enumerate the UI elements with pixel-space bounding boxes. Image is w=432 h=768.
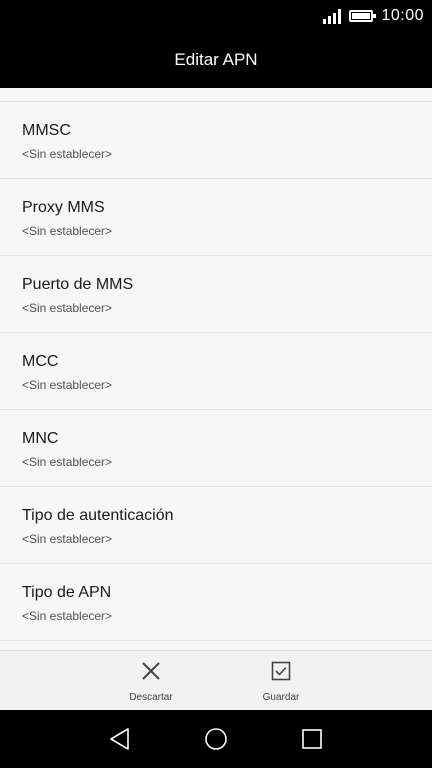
status-icons: 10:00 bbox=[323, 6, 424, 26]
screen: 10:00 Editar APN MMSC <Sin establecer> P… bbox=[0, 0, 432, 768]
setting-value: <Sin establecer> bbox=[22, 532, 113, 546]
battery-icon bbox=[349, 10, 377, 22]
apn-settings-list[interactable]: MMSC <Sin establecer> Proxy MMS <Sin est… bbox=[0, 88, 432, 650]
signal-icon bbox=[323, 8, 342, 24]
setting-value: <Sin establecer> bbox=[22, 147, 113, 161]
discard-label: Descartar bbox=[129, 692, 173, 703]
setting-title: Tipo de autenticación bbox=[22, 507, 174, 524]
setting-item-mcc[interactable]: MCC <Sin establecer> bbox=[0, 333, 432, 410]
setting-title: Puerto de MMS bbox=[22, 276, 134, 293]
checkbox-icon bbox=[271, 661, 291, 681]
setting-value: <Sin establecer> bbox=[22, 301, 113, 315]
home-circle-icon[interactable] bbox=[201, 724, 231, 754]
setting-title: MCC bbox=[22, 353, 59, 370]
setting-item-proxy-mms[interactable]: Proxy MMS <Sin establecer> bbox=[0, 179, 432, 256]
status-bar: 10:00 bbox=[0, 0, 432, 32]
navigation-bar bbox=[0, 710, 432, 768]
setting-item-mmsc[interactable]: MMSC <Sin establecer> bbox=[0, 102, 432, 179]
title-bar: Editar APN bbox=[0, 32, 432, 88]
action-bar: Descartar Guardar bbox=[0, 650, 432, 710]
setting-item-mms-port[interactable]: Puerto de MMS <Sin establecer> bbox=[0, 256, 432, 333]
save-button[interactable]: Guardar bbox=[236, 651, 326, 711]
setting-title: MMSC bbox=[22, 122, 71, 139]
setting-title: Proxy MMS bbox=[22, 199, 105, 216]
status-time: 10:00 bbox=[381, 7, 424, 24]
setting-title: MNC bbox=[22, 430, 59, 447]
back-triangle-icon[interactable] bbox=[105, 724, 135, 754]
close-icon bbox=[142, 662, 160, 680]
setting-value: <Sin establecer> bbox=[22, 609, 113, 623]
setting-item-mnc[interactable]: MNC <Sin establecer> bbox=[0, 410, 432, 487]
setting-value: <Sin establecer> bbox=[22, 455, 113, 469]
setting-value: <Sin establecer> bbox=[22, 224, 113, 238]
save-label: Guardar bbox=[262, 692, 300, 703]
setting-item-apn-type[interactable]: Tipo de APN <Sin establecer> bbox=[0, 564, 432, 641]
discard-button[interactable]: Descartar bbox=[106, 651, 196, 711]
recents-square-icon[interactable] bbox=[297, 724, 327, 754]
setting-value: <Sin establecer> bbox=[22, 378, 113, 392]
setting-title: Tipo de APN bbox=[22, 584, 112, 601]
setting-item-auth-type[interactable]: Tipo de autenticación <Sin establecer> bbox=[0, 487, 432, 564]
page-title: Editar APN bbox=[174, 50, 258, 69]
